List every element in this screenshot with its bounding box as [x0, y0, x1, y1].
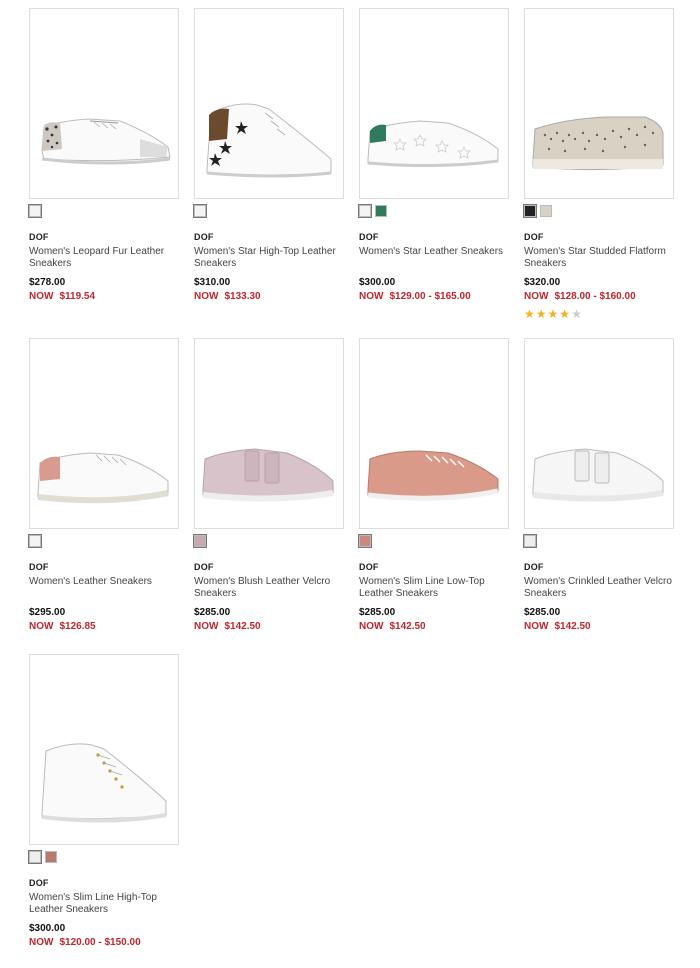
color-swatches [523, 534, 674, 549]
now-label: NOW [29, 937, 54, 948]
color-swatch[interactable] [28, 534, 42, 548]
product-image[interactable] [524, 8, 674, 199]
star-icon: ★ [571, 307, 583, 321]
product-name[interactable]: Women's Star Leather Sneakers [359, 246, 509, 270]
product-card[interactable]: DOF Women's Crinkled Leather Velcro Snea… [523, 338, 674, 632]
color-swatches [28, 204, 179, 219]
color-swatches [28, 850, 179, 865]
product-card[interactable]: DOF Women's Leather Sneakers $295.00 NOW… [28, 338, 179, 632]
sale-value: $142.50 [554, 621, 591, 632]
product-image[interactable] [194, 8, 344, 199]
now-label: NOW [359, 291, 384, 302]
product-name[interactable]: Women's Leopard Fur Leather Sneakers [29, 246, 179, 270]
product-name[interactable]: Women's Slim Line High-Top Leather Sneak… [29, 892, 179, 916]
sale-price: NOW $129.00 - $165.00 [359, 291, 509, 302]
color-swatch[interactable] [28, 204, 42, 218]
sale-value: $126.85 [59, 621, 96, 632]
star-icon: ★ [559, 307, 572, 321]
sale-price: NOW $128.00 - $160.00 [524, 291, 674, 302]
sale-price: NOW $142.50 [359, 621, 509, 632]
sale-value: $133.30 [224, 291, 261, 302]
original-price: $285.00 [359, 607, 396, 618]
star-icon: ★ [524, 307, 536, 321]
product-card[interactable]: DOF Women's Star Leather Sneakers $300.0… [358, 8, 509, 302]
color-swatch[interactable] [193, 204, 207, 218]
color-swatches [193, 204, 344, 219]
original-price: $278.00 [29, 277, 66, 288]
product-card[interactable]: DOF Women's Slim Line High-Top Leather S… [28, 654, 179, 948]
product-card[interactable]: DOF Women's Blush Leather Velcro Sneaker… [193, 338, 344, 632]
product-card[interactable]: DOF Women's Star Studded Flatform Sneake… [523, 8, 674, 321]
star-icon: ★ [547, 307, 560, 321]
color-swatches [523, 204, 674, 219]
color-swatch[interactable] [523, 534, 537, 548]
product-name[interactable]: Women's Slim Line Low-Top Leather Sneake… [359, 576, 509, 600]
color-swatch[interactable] [358, 204, 372, 218]
original-price: $295.00 [29, 607, 66, 618]
color-swatch[interactable] [193, 534, 207, 548]
color-swatches [28, 534, 179, 549]
color-swatch[interactable] [358, 534, 372, 548]
product-brand: DOF [194, 562, 214, 572]
product-brand: DOF [359, 562, 379, 572]
color-swatch[interactable] [28, 850, 42, 864]
now-label: NOW [359, 621, 384, 632]
product-card[interactable]: DOF Women's Star High-Top Leather Sneake… [193, 8, 344, 302]
sale-price: NOW $133.30 [194, 291, 344, 302]
product-name[interactable]: Women's Star High-Top Leather Sneakers [194, 246, 344, 270]
color-swatches [358, 534, 509, 549]
product-name[interactable]: Women's Blush Leather Velcro Sneakers [194, 576, 344, 600]
now-label: NOW [29, 621, 54, 632]
now-label: NOW [524, 621, 549, 632]
product-brand: DOF [524, 232, 544, 242]
original-price: $320.00 [524, 277, 561, 288]
color-swatches [193, 534, 344, 549]
sale-price: NOW $119.54 [29, 291, 179, 302]
product-image[interactable] [524, 338, 674, 529]
product-card[interactable]: DOF Women's Leopard Fur Leather Sneakers… [28, 8, 179, 302]
product-image[interactable] [29, 8, 179, 199]
original-price: $300.00 [359, 277, 396, 288]
color-swatches [358, 204, 509, 219]
product-name[interactable]: Women's Star Studded Flatform Sneakers [524, 246, 674, 270]
sale-price: NOW $120.00 - $150.00 [29, 937, 179, 948]
product-image[interactable] [194, 338, 344, 529]
product-card[interactable]: DOF Women's Slim Line Low-Top Leather Sn… [358, 338, 509, 632]
original-price: $310.00 [194, 277, 231, 288]
sale-price: NOW $142.50 [524, 621, 674, 632]
product-image[interactable] [359, 338, 509, 529]
sale-price: NOW $142.50 [194, 621, 344, 632]
product-brand: DOF [194, 232, 214, 242]
sale-price: NOW $126.85 [29, 621, 179, 632]
now-label: NOW [29, 291, 54, 302]
now-label: NOW [194, 291, 219, 302]
color-swatch[interactable] [523, 204, 537, 218]
product-brand: DOF [29, 562, 49, 572]
color-swatch[interactable] [375, 205, 387, 217]
sale-value: $128.00 - $160.00 [554, 291, 636, 302]
sale-value: $142.50 [389, 621, 426, 632]
color-swatch[interactable] [540, 205, 552, 217]
sale-value: $119.54 [59, 291, 96, 302]
now-label: NOW [524, 291, 549, 302]
original-price: $300.00 [29, 923, 66, 934]
original-price: $285.00 [194, 607, 231, 618]
product-image[interactable] [29, 338, 179, 529]
product-brand: DOF [29, 878, 49, 888]
sale-value: $120.00 - $150.00 [59, 937, 141, 948]
sale-value: $142.50 [224, 621, 261, 632]
product-image[interactable] [29, 654, 179, 845]
color-swatch[interactable] [45, 851, 57, 863]
product-brand: DOF [29, 232, 49, 242]
sale-value: $129.00 - $165.00 [389, 291, 471, 302]
rating-stars[interactable]: ★★★★★ [524, 307, 674, 321]
product-name[interactable]: Women's Crinkled Leather Velcro Sneakers [524, 576, 674, 600]
product-brand: DOF [524, 562, 544, 572]
product-image[interactable] [359, 8, 509, 199]
star-icon: ★ [535, 307, 548, 321]
product-name[interactable]: Women's Leather Sneakers [29, 576, 179, 600]
now-label: NOW [194, 621, 219, 632]
original-price: $285.00 [524, 607, 561, 618]
product-brand: DOF [359, 232, 379, 242]
